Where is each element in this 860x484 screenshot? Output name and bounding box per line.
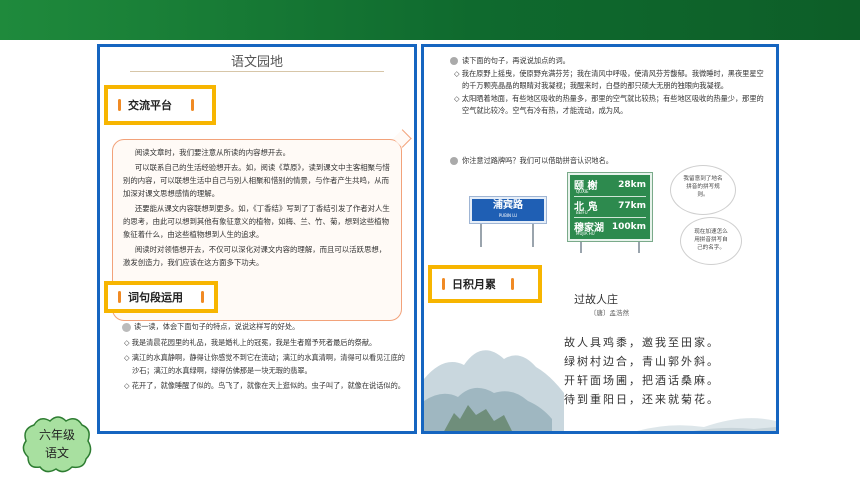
- tag-bar-left: [118, 291, 121, 303]
- tag-bar-right: [511, 278, 514, 290]
- thought-cloud: 我留意到了地名拼音的拼写规则。: [670, 165, 736, 215]
- question-1: 读下面的句子，再说说加点的词。 ◇ 我在原野上摇曳，使原野充满芬芳；我在清风中呼…: [450, 55, 768, 118]
- tag-words-sentences: 词句段运用: [104, 281, 218, 313]
- poem-author: 〔唐〕孟浩然: [590, 309, 629, 317]
- sign-post: [532, 221, 534, 247]
- direction-sign: 颐 榭 QUXIE 28km 北 凫 BEIFU 77km 穆家湖 MUJIA …: [567, 172, 653, 242]
- top-banner: [0, 0, 860, 40]
- paragraph: 阅读时对领悟想开去，不仅可以深化对课文内容的理解，而且可以活跃思想，激发创造力，…: [123, 245, 387, 267]
- sign-post: [480, 221, 482, 247]
- tag-bar-right: [191, 99, 194, 111]
- tag-exchange-platform: 交流平台: [104, 85, 216, 125]
- sign-row: 北 凫 BEIFU 77km: [574, 201, 646, 215]
- number-icon: [122, 322, 131, 332]
- left-page-frame: 语文园地 交流平台 阅读文章时，我们要注意从所读的内容想开去。 可以联系自己的生…: [97, 44, 417, 434]
- exercise-item: ◇ 我是清晨花园里的礼品，我是婚礼上的冠冕，我是生者赠予死者最后的祭献。: [124, 337, 377, 347]
- thought-cloud: 现在加速怎么用拼音拼写自己的名字。: [680, 217, 742, 265]
- title-divider: [130, 71, 384, 72]
- poem-line: 绿树村边合，青山郭外斜。: [564, 355, 720, 368]
- poem-body: 故人具鸡黍，邀我至田家。 绿树村边合，青山郭外斜。 开轩面场圃，把酒话桑麻。 待…: [564, 333, 720, 409]
- tag-label: 交流平台: [128, 99, 172, 112]
- sign-pinyin: PUBIN LU: [498, 213, 518, 218]
- right-page-frame: 读下面的句子，再说说加点的词。 ◇ 我在原野上摇曳，使原野充满芬芳；我在清风中呼…: [421, 44, 779, 434]
- question-2: 你注意过路牌吗？我们可以借助拼音认识地名。: [450, 155, 768, 168]
- question-item: ◇ 我在原野上摇曳，使原野充满芬芳；我在清风中呼吸，使清风芬芳馥郁。我微睡时，黑…: [454, 68, 764, 91]
- grade-badge: 六年级 语文: [20, 413, 94, 475]
- question-text: 读下面的句子，再说说加点的词。: [450, 55, 768, 68]
- number-icon: [450, 57, 458, 65]
- page-title: 语文园地: [230, 55, 283, 70]
- badge-line-2: 语文: [44, 446, 69, 460]
- exercise-intro: 读一读，体会下面句子的特点，说说这样写的好处。: [122, 321, 410, 334]
- sign-name: 浦宾路: [493, 200, 523, 211]
- tag-bar-right: [201, 291, 204, 303]
- tag-label: 日积月累: [452, 278, 496, 291]
- poem-line: 故人具鸡黍，邀我至田家。: [564, 336, 720, 349]
- tag-label: 词句段运用: [128, 291, 183, 304]
- tag-bar-left: [442, 278, 445, 290]
- paragraph: 可以联系自己的生活经验想开去。如，阅读《草原》，读到课文中主客相聚与惜别的内容，…: [123, 163, 390, 198]
- number-icon: [450, 157, 458, 165]
- sign-row: 穆家湖 MUJIA HU 100km: [574, 222, 646, 236]
- question-text: 你注意过路牌吗？我们可以借助拼音认识地名。: [450, 155, 768, 168]
- tag-bar-left: [118, 99, 121, 111]
- sign-row: 颐 榭 QUXIE 28km: [574, 180, 646, 194]
- poem-line: 开轩面场圃，把酒话桑麻。: [564, 374, 720, 387]
- tag-daily-accumulation: 日积月累: [428, 265, 542, 303]
- bubble-tail: [393, 129, 412, 148]
- exercise-item: ◇ 漓江的水真静啊，静得让你感觉不到它在流动；漓江的水真清啊，清得可以看见江底的…: [124, 353, 405, 375]
- question-item: ◇ 太阳晒着地面，有些地区吸收的热量多，那里的空气就比较热；有些地区吸收的热量少…: [454, 93, 764, 116]
- poem-line: 待到重阳日，还来就菊花。: [564, 393, 720, 406]
- exercise-item: ◇ 花开了，就像睡醒了似的。鸟飞了，就像在天上逛似的。虫子叫了，就像在说话似的。: [124, 381, 405, 390]
- street-sign: 浦宾路 PUBIN LU: [469, 196, 547, 224]
- badge-line-1: 六年级: [38, 428, 75, 442]
- paragraph: 阅读文章时，我们要注意从所读的内容想开去。: [134, 148, 291, 157]
- paragraph: 还要能从课文内容联想到更多。如，《丁香结》写到了丁香结引发了作者对人生的思考，由…: [123, 204, 390, 239]
- exercise-section: 读一读，体会下面句子的特点，说说这样写的好处。 ◇ 我是清晨花园里的礼品，我是婚…: [122, 321, 410, 396]
- poem-title: 过故人庄: [574, 293, 618, 306]
